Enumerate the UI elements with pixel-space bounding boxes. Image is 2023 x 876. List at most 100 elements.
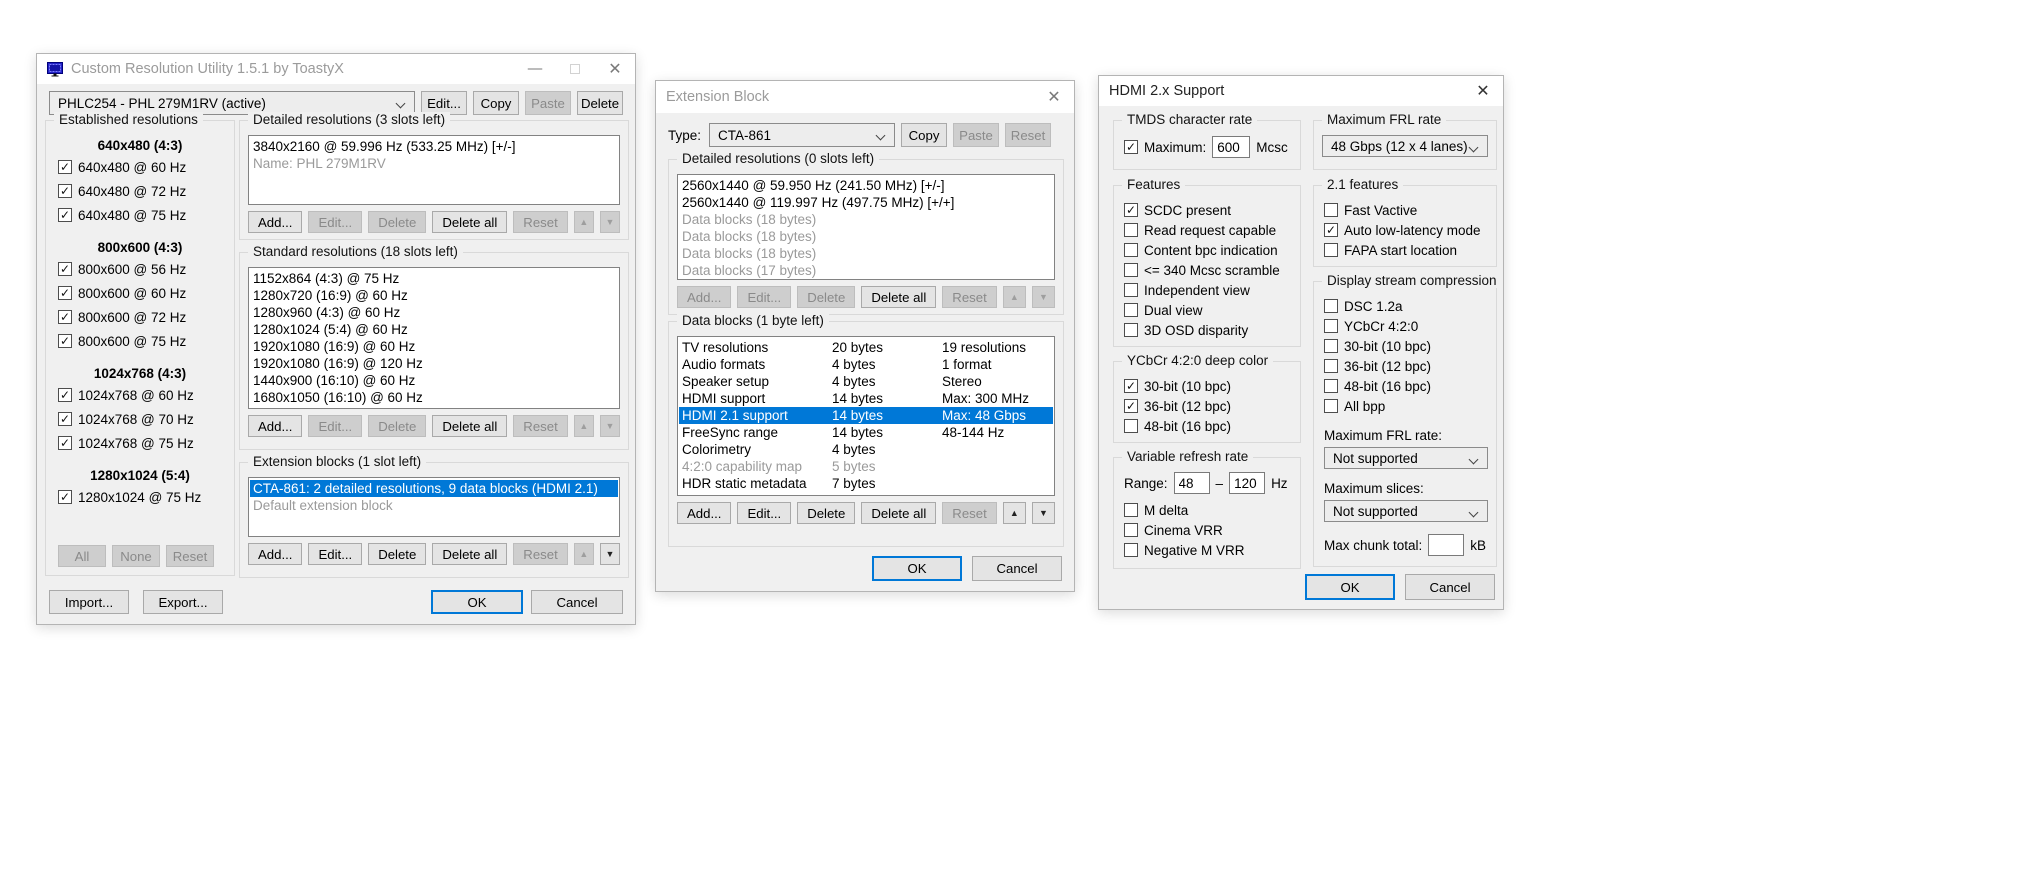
range-max-input[interactable] [1229, 472, 1265, 494]
extension-blocks-list[interactable]: CTA-861: 2 detailed resolutions, 9 data … [248, 477, 620, 537]
checkbox[interactable] [1324, 379, 1338, 393]
list-item[interactable]: 3840x2160 @ 59.996 Hz (533.25 MHz) [+/-] [250, 138, 618, 155]
checkbox[interactable] [1124, 303, 1138, 317]
list-item[interactable]: 1280x1024 (5:4) @ 60 Hz [250, 321, 618, 338]
checkbox[interactable]: ✓ [58, 436, 72, 450]
checkbox[interactable]: ✓ [58, 262, 72, 276]
checkbox-item[interactable]: ✓800x600 @ 72 Hz [46, 305, 234, 329]
checkbox[interactable] [1124, 503, 1138, 517]
type-select[interactable]: CTA-861 [709, 123, 895, 147]
checkbox-item[interactable]: DSC 1.2a [1314, 296, 1496, 316]
delete-button[interactable]: Delete [797, 502, 855, 524]
checkbox[interactable]: ✓ [58, 490, 72, 504]
checkbox-item[interactable]: Content bpc indication [1114, 240, 1300, 260]
copy-button[interactable]: Copy [901, 123, 947, 147]
delete-all-button[interactable]: Delete all [861, 286, 936, 308]
checkbox[interactable] [1124, 263, 1138, 277]
list-item[interactable]: 2560x1440 @ 119.997 Hz (497.75 MHz) [+/+… [679, 194, 1053, 211]
checkbox-item[interactable]: Read request capable [1114, 220, 1300, 240]
dsc-max-frl-select[interactable]: Not supported [1324, 447, 1488, 469]
minimize-icon[interactable]: — [515, 54, 555, 84]
checkbox-item[interactable]: ✓36-bit (12 bpc) [1114, 396, 1300, 416]
list-item[interactable]: 2560x1440 @ 59.950 Hz (241.50 MHz) [+/-] [679, 177, 1053, 194]
ok-button[interactable]: OK [431, 590, 523, 614]
checkbox[interactable]: ✓ [1324, 223, 1338, 237]
checkbox[interactable]: ✓ [58, 208, 72, 222]
cancel-button[interactable]: Cancel [1405, 574, 1495, 600]
checkbox[interactable] [1324, 319, 1338, 333]
checkbox[interactable]: ✓ [58, 334, 72, 348]
checkbox-item[interactable]: 36-bit (12 bpc) [1314, 356, 1496, 376]
checkbox-item[interactable]: ✓Auto low-latency mode [1314, 220, 1496, 240]
data-block-row[interactable]: TV resolutions20 bytes19 resolutions [679, 339, 1053, 356]
checkbox-item[interactable]: Dual view [1114, 300, 1300, 320]
list-item[interactable]: Data blocks (18 bytes) [679, 245, 1053, 262]
delete-all-button[interactable]: Delete all [861, 502, 936, 524]
max-slices-select[interactable]: Not supported [1324, 500, 1488, 522]
eb-detailed-resolutions-list[interactable]: 2560x1440 @ 59.950 Hz (241.50 MHz) [+/-]… [677, 174, 1055, 280]
list-item[interactable]: 1440x900 (16:10) @ 60 Hz [250, 372, 618, 389]
data-block-row[interactable]: Colorimetry4 bytes [679, 441, 1053, 458]
checkbox[interactable]: ✓ [58, 184, 72, 198]
export-button[interactable]: Export... [143, 590, 223, 614]
delete-button[interactable]: Delete [368, 543, 426, 565]
checkbox-item[interactable]: ✓640x480 @ 60 Hz [46, 155, 234, 179]
close-icon[interactable]: ✕ [595, 54, 635, 84]
delete-all-button[interactable]: Delete all [432, 415, 507, 437]
checkbox-item[interactable]: All bpp [1314, 396, 1496, 416]
checkbox-item[interactable]: Independent view [1114, 280, 1300, 300]
checkbox-item[interactable]: ✓800x600 @ 75 Hz [46, 329, 234, 353]
add-button[interactable]: Add... [248, 543, 302, 565]
move-down-button[interactable]: ▼ [600, 543, 620, 565]
list-item[interactable]: Data blocks (17 bytes) [679, 262, 1053, 279]
add-button[interactable]: Add... [248, 415, 302, 437]
checkbox-item[interactable]: ✓1024x768 @ 75 Hz [46, 431, 234, 455]
checkbox-item[interactable]: FAPA start location [1314, 240, 1496, 260]
delete-all-button[interactable]: Delete all [432, 543, 507, 565]
tmds-maximum-input[interactable] [1212, 136, 1250, 158]
data-block-row[interactable]: 4:2:0 capability map5 bytes [679, 458, 1053, 475]
delete-button[interactable]: Delete [577, 91, 623, 115]
list-item[interactable]: CTA-861: 2 detailed resolutions, 9 data … [250, 480, 618, 497]
data-block-row[interactable]: HDR static metadata7 bytes [679, 475, 1053, 492]
data-block-row[interactable]: FreeSync range14 bytes48-144 Hz [679, 424, 1053, 441]
checkbox-item[interactable]: M delta [1114, 500, 1300, 520]
checkbox[interactable]: ✓ [1124, 203, 1138, 217]
list-item[interactable]: 1920x1080 (16:9) @ 60 Hz [250, 338, 618, 355]
copy-button[interactable]: Copy [473, 91, 519, 115]
checkbox-item[interactable]: ✓640x480 @ 72 Hz [46, 179, 234, 203]
import-button[interactable]: Import... [49, 590, 129, 614]
max-chunk-input[interactable] [1428, 534, 1464, 556]
checkbox-item[interactable]: Cinema VRR [1114, 520, 1300, 540]
checkbox-item[interactable]: ✓800x600 @ 56 Hz [46, 257, 234, 281]
data-block-row[interactable]: HDMI 2.1 support14 bytesMax: 48 Gbps [679, 407, 1053, 424]
checkbox[interactable] [1324, 299, 1338, 313]
checkbox[interactable]: ✓ [58, 286, 72, 300]
data-blocks-table[interactable]: TV resolutions20 bytes19 resolutionsAudi… [677, 336, 1055, 496]
checkbox[interactable] [1124, 243, 1138, 257]
checkbox[interactable]: ✓ [1124, 379, 1138, 393]
checkbox-item[interactable]: YCbCr 4:2:0 [1314, 316, 1496, 336]
move-up-button[interactable]: ▲ [1003, 502, 1026, 524]
add-button[interactable]: Add... [677, 502, 731, 524]
ok-button[interactable]: OK [1305, 574, 1395, 600]
checkbox[interactable] [1324, 203, 1338, 217]
checkbox[interactable] [1324, 339, 1338, 353]
checkbox[interactable]: ✓ [58, 388, 72, 402]
checkbox-item[interactable]: Negative M VRR [1114, 540, 1300, 560]
checkbox[interactable] [1324, 399, 1338, 413]
list-item[interactable]: Name: PHL 279M1RV [250, 155, 618, 172]
ok-button[interactable]: OK [872, 556, 962, 581]
cancel-button[interactable]: Cancel [531, 590, 623, 614]
checkbox[interactable] [1124, 223, 1138, 237]
checkbox-item[interactable]: ✓1280x1024 @ 75 Hz [46, 485, 234, 509]
maximum-checkbox[interactable]: ✓ [1124, 140, 1138, 154]
list-item[interactable]: 1680x1050 (16:10) @ 60 Hz [250, 389, 618, 406]
edit-button[interactable]: Edit... [308, 543, 362, 565]
checkbox[interactable] [1124, 323, 1138, 337]
move-down-button[interactable]: ▼ [1032, 502, 1055, 524]
standard-resolutions-list[interactable]: 1152x864 (4:3) @ 75 Hz1280x720 (16:9) @ … [248, 267, 620, 409]
checkbox-item[interactable]: Fast Vactive [1314, 200, 1496, 220]
list-item[interactable]: Data blocks (18 bytes) [679, 228, 1053, 245]
checkbox[interactable]: ✓ [58, 160, 72, 174]
